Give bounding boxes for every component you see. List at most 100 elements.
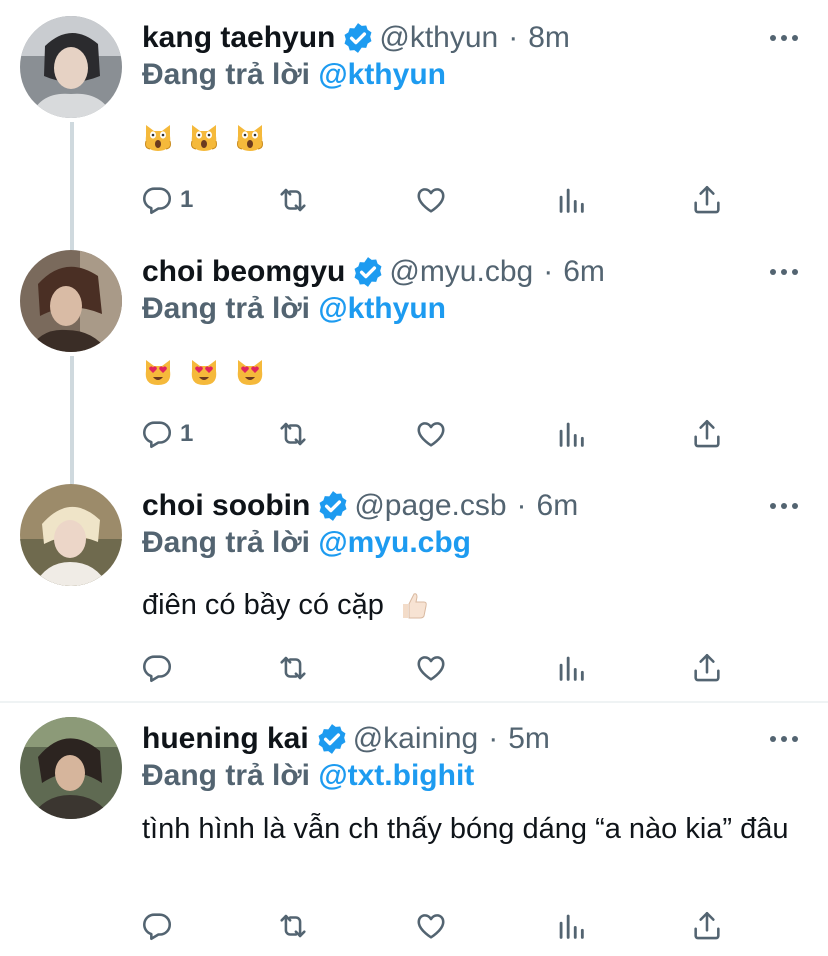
analytics-icon xyxy=(559,188,584,213)
reply-count: 1 xyxy=(180,186,194,213)
share-button[interactable] xyxy=(690,182,724,218)
retweet-button[interactable] xyxy=(276,416,310,452)
tweet-choi-beomgyu[interactable]: choi beomgyu @myu.cbg · 6m Đang trả lời … xyxy=(0,235,828,469)
reply-button[interactable]: 1 xyxy=(140,182,193,218)
scream-cat-emoji-icon xyxy=(188,122,220,154)
tweet-header: choi soobin @page.csb · 6m xyxy=(142,486,578,526)
reply-button[interactable] xyxy=(140,908,174,944)
like-button[interactable] xyxy=(414,650,448,686)
replying-to: Đang trả lời @txt.bighit xyxy=(142,759,474,793)
like-button[interactable] xyxy=(414,416,448,452)
analytics-button[interactable] xyxy=(554,416,588,452)
retweet-icon xyxy=(280,188,306,212)
display-name[interactable]: huening kai xyxy=(142,722,309,756)
reply-icon xyxy=(143,421,172,449)
verified-badge-icon xyxy=(351,255,385,289)
verified-badge-icon xyxy=(316,489,350,523)
share-icon xyxy=(694,419,720,448)
replying-to: Đang trả lời @kthyun xyxy=(142,58,446,92)
display-name[interactable]: choi soobin xyxy=(142,489,310,523)
mention-link[interactable]: @kthyun xyxy=(318,292,446,325)
share-icon xyxy=(694,911,720,940)
analytics-icon xyxy=(559,914,584,939)
share-icon xyxy=(694,185,720,214)
separator-dot: · xyxy=(543,255,554,288)
verified-badge-icon xyxy=(315,722,349,756)
tweet-kang-taehyun[interactable]: kang taehyun @kthyun · 8m Đang trả lời @… xyxy=(0,0,828,235)
retweet-button[interactable] xyxy=(276,650,310,686)
more-options-icon[interactable] xyxy=(770,32,798,44)
tweet-actions: 1 xyxy=(140,182,740,218)
share-icon xyxy=(694,653,720,682)
display-name[interactable]: kang taehyun xyxy=(142,21,335,55)
tweet-header: choi beomgyu @myu.cbg · 6m xyxy=(142,252,605,292)
replying-to-label: Đang trả lời xyxy=(142,58,311,91)
retweet-button[interactable] xyxy=(276,182,310,218)
heart-icon xyxy=(417,656,445,681)
replying-to: Đang trả lời @myu.cbg xyxy=(142,526,471,560)
retweet-button[interactable] xyxy=(276,908,310,944)
tweet-actions xyxy=(140,908,740,944)
heart-icon xyxy=(417,188,445,213)
replying-to-label: Đang trả lời xyxy=(142,759,311,792)
like-button[interactable] xyxy=(414,182,448,218)
tweet-text xyxy=(142,351,802,391)
tweet-header: kang taehyun @kthyun · 8m xyxy=(142,18,570,58)
mention-link[interactable]: @myu.cbg xyxy=(318,526,471,559)
verified-badge-icon xyxy=(341,21,375,55)
reply-icon xyxy=(143,913,172,941)
scream-cat-emoji-icon xyxy=(142,122,174,154)
user-handle[interactable]: @kaining xyxy=(353,722,479,756)
tweet-text: điên có bầy có cặp xyxy=(142,585,802,625)
user-handle[interactable]: @page.csb xyxy=(354,489,506,523)
tweet-choi-soobin[interactable]: choi soobin @page.csb · 6m Đang trả lời … xyxy=(0,469,828,701)
avatar[interactable] xyxy=(20,250,122,352)
analytics-icon xyxy=(559,656,584,681)
heart-eyes-cat-emoji-icon xyxy=(142,356,174,388)
analytics-icon xyxy=(559,422,584,447)
analytics-button[interactable] xyxy=(554,650,588,686)
reply-count: 1 xyxy=(180,420,194,447)
more-options-icon[interactable] xyxy=(770,500,798,512)
tweet-text-content: điên có bầy có cặp xyxy=(142,589,384,621)
analytics-button[interactable] xyxy=(554,182,588,218)
timestamp[interactable]: 8m xyxy=(528,21,570,55)
share-button[interactable] xyxy=(690,908,724,944)
display-name[interactable]: choi beomgyu xyxy=(142,255,345,289)
retweet-icon xyxy=(280,914,306,938)
avatar[interactable] xyxy=(20,717,122,819)
mention-link[interactable]: @kthyun xyxy=(318,58,446,91)
scream-cat-emoji-icon xyxy=(234,122,266,154)
avatar[interactable] xyxy=(20,16,122,118)
avatar[interactable] xyxy=(20,484,122,586)
heart-icon xyxy=(417,914,445,939)
retweet-icon xyxy=(280,422,306,446)
share-button[interactable] xyxy=(690,416,724,452)
replying-to: Đang trả lời @kthyun xyxy=(142,292,446,326)
thumbs-up-emoji-icon xyxy=(398,590,430,622)
tweet-huening-kai[interactable]: huening kai @kaining · 5m Đang trả lời @… xyxy=(0,703,828,956)
tweet-actions: 1 xyxy=(140,416,740,452)
reply-button[interactable]: 1 xyxy=(140,416,193,452)
tweet-actions xyxy=(140,650,740,686)
separator-dot: · xyxy=(508,21,519,54)
like-button[interactable] xyxy=(414,908,448,944)
timestamp[interactable]: 6m xyxy=(563,255,605,289)
analytics-button[interactable] xyxy=(554,908,588,944)
share-button[interactable] xyxy=(690,650,724,686)
user-handle[interactable]: @kthyun xyxy=(379,21,498,55)
timestamp[interactable]: 6m xyxy=(537,489,579,523)
tweet-text: tình hình là vẫn ch thấy bóng dáng “a nà… xyxy=(142,813,789,845)
more-options-icon[interactable] xyxy=(770,733,798,745)
retweet-icon xyxy=(280,656,306,680)
reply-icon xyxy=(143,655,172,683)
heart-eyes-cat-emoji-icon xyxy=(234,356,266,388)
replying-to-label: Đang trả lời xyxy=(142,292,311,325)
mention-link[interactable]: @txt.bighit xyxy=(318,759,474,792)
reply-button[interactable] xyxy=(140,650,174,686)
more-options-icon[interactable] xyxy=(770,266,798,278)
user-handle[interactable]: @myu.cbg xyxy=(389,255,533,289)
timestamp[interactable]: 5m xyxy=(508,722,550,756)
reply-icon xyxy=(143,187,172,215)
separator-dot: · xyxy=(488,722,499,755)
